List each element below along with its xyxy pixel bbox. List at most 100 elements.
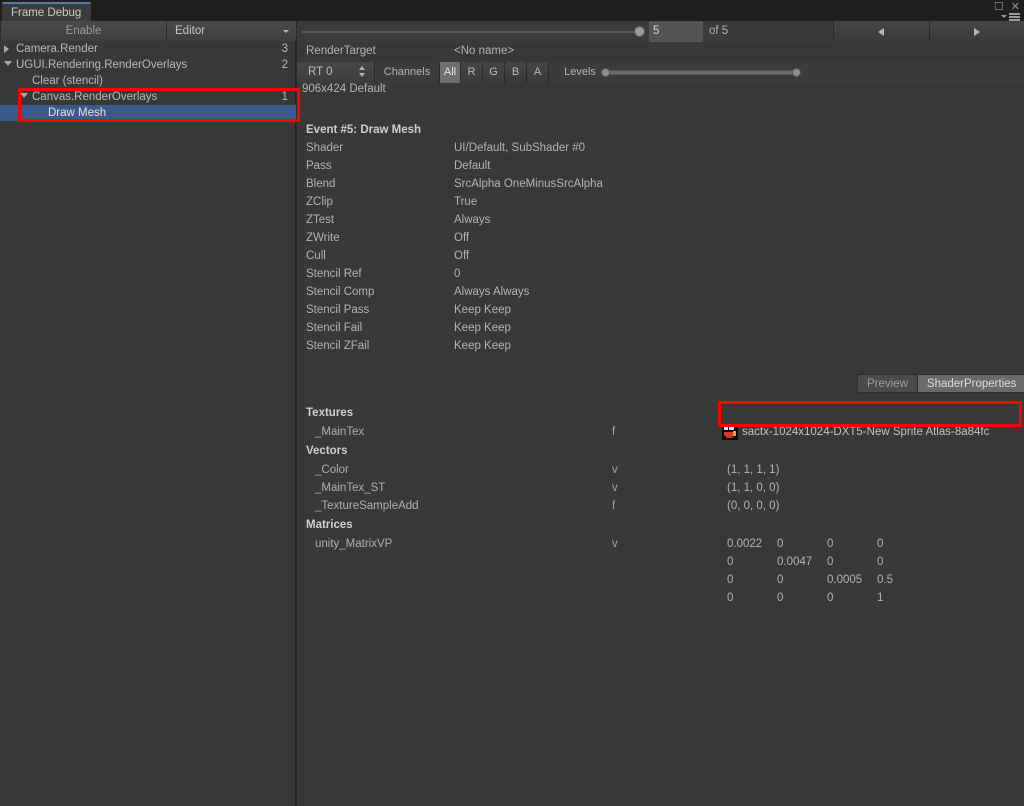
event-tree-row-label: Canvas.RenderOverlays [32, 91, 158, 103]
tab-frame-debug[interactable]: Frame Debug [2, 2, 92, 21]
event-tree-row[interactable]: Camera.Render 3 [0, 41, 296, 57]
event-detail-row: Shader UI/Default, SubShader #0 [297, 139, 1024, 157]
next-event-button[interactable] [928, 21, 1024, 42]
event-tree-row-label: UGUI.Rendering.RenderOverlays [16, 59, 188, 71]
event-detail-row: ZClip True [297, 193, 1024, 211]
event-detail-row: Stencil Ref 0 [297, 265, 1024, 283]
left-toolbar: Enable Editor [0, 21, 296, 41]
event-slider-knob[interactable] [634, 26, 645, 37]
event-detail-row: Stencil Fail Keep Keep [297, 319, 1024, 337]
event-detail-key: Stencil Ref [306, 268, 362, 280]
event-detail-key: Stencil Fail [306, 322, 363, 334]
property-flag: f [612, 426, 616, 438]
event-tree-panel: Enable Editor Camera.Render 3 UGUI.Renderi… [0, 21, 296, 806]
tab-shaderproperties[interactable]: ShaderProperties [917, 374, 1024, 393]
close-icon[interactable]: ✕ [1011, 2, 1020, 13]
event-detail-key: Blend [306, 178, 336, 190]
event-tree-row-label: Clear (stencil) [32, 75, 103, 87]
property-value: (1, 1, 0, 0) [727, 482, 780, 494]
matrix-row: 0 0.0047 0 0 [727, 556, 927, 568]
stepper-icon [359, 66, 365, 77]
property-flag: v [612, 482, 618, 494]
panel-options-menu[interactable] [1001, 13, 1020, 21]
levels-label: Levels [564, 66, 596, 78]
chevron-down-icon[interactable] [20, 93, 28, 98]
matrix-cell: 0 [877, 538, 884, 550]
event-tree-row-count: 1 [281, 91, 288, 103]
property-value: (0, 0, 0, 0) [727, 500, 780, 512]
target-dropdown[interactable]: Editor [167, 21, 296, 41]
event-detail-key: ZTest [306, 214, 335, 226]
tab-preview[interactable]: Preview [857, 374, 918, 393]
event-detail-value: Off [454, 232, 470, 244]
event-tree-row[interactable]: Clear (stencil) [0, 73, 296, 89]
window-tabbar: Frame Debug ☐ ✕ [0, 0, 1024, 21]
texture-name: sactx-1024x1024-DXT5-New Sprite Atlas-8a… [742, 426, 990, 438]
event-detail-panel: 5 of 5 RenderTarget <No name> RT 0 Chann… [297, 21, 1024, 806]
event-tree-row[interactable]: UGUI.Rendering.RenderOverlays 2 [0, 57, 296, 73]
event-detail-row: Cull Off [297, 247, 1024, 265]
channel-button-a[interactable]: A [527, 62, 549, 83]
chevron-right-icon[interactable] [4, 45, 9, 53]
channel-button-r[interactable]: R [461, 62, 483, 83]
channel-button-b[interactable]: B [505, 62, 527, 83]
event-detail-key: ZClip [306, 196, 333, 208]
previous-event-button[interactable] [833, 21, 929, 42]
event-detail-row: Stencil Comp Always Always [297, 283, 1024, 301]
rt-index-dropdown[interactable]: RT 0 [297, 62, 375, 83]
matrix-cell: 0.0005 [827, 574, 863, 586]
shader-properties-list: Textures _MainTex f sactx-1024x1024-DXT5-Ne… [297, 403, 1024, 604]
render-target-label: RenderTarget [306, 45, 376, 57]
vector-property-row: _MainTex_ST v (1, 1, 0, 0) [297, 479, 1024, 497]
event-detail-row: Stencil Pass Keep Keep [297, 301, 1024, 319]
maximize-icon[interactable]: ☐ [994, 2, 1004, 13]
event-slider[interactable] [297, 21, 649, 42]
window-buttons: ☐ ✕ [994, 2, 1020, 13]
matrix-cell: 0.5 [877, 574, 893, 586]
channels-row: RT 0 Channels All R G B A Levels [297, 62, 1024, 83]
vectors-section-title: Vectors [306, 445, 348, 457]
event-detail-rows: Shader UI/Default, SubShader #0 Pass Defaul… [297, 139, 1024, 355]
event-tree-row[interactable]: Draw Mesh [0, 105, 296, 121]
tab-frame-debug-label: Frame Debug [11, 7, 82, 19]
property-tabs: Preview ShaderProperties [857, 374, 1024, 393]
matrix-row: 0.0022 0 0 0 [727, 538, 927, 550]
event-number-input[interactable]: 5 [649, 21, 703, 42]
levels-track [603, 70, 798, 75]
property-name: _MainTex [315, 426, 365, 438]
hamburger-menu-icon [1009, 13, 1020, 21]
event-detail-value: Always [454, 214, 491, 226]
vector-property-row: _TextureSampleAdd f (0, 0, 0, 0) [297, 497, 1024, 515]
event-detail-key: Stencil Pass [306, 304, 370, 316]
channel-button-all[interactable]: All [439, 62, 461, 83]
event-detail-key: Pass [306, 160, 332, 172]
render-target-row: RenderTarget <No name> [297, 42, 1024, 62]
event-details-list: Event #5: Draw Mesh Shader UI/Default, Su… [297, 121, 1024, 355]
matrix-cell: 0 [777, 574, 784, 586]
matrix-cell: 0 [827, 592, 834, 604]
matrix-cell: 0 [877, 556, 884, 568]
frame-debugger-window: Frame Debug ☐ ✕ Enable Editor Camera.Ren… [0, 0, 1024, 806]
event-details-title: Event #5: Draw Mesh [306, 124, 422, 136]
event-slider-track [302, 31, 637, 33]
event-detail-key: Cull [306, 250, 326, 262]
property-flag: v [612, 538, 618, 550]
texture-property-row: _MainTex f sactx-1024x1024-DXT5-New Sprite… [297, 423, 1024, 441]
levels-slider[interactable] [601, 62, 801, 83]
chevron-down-icon[interactable] [4, 61, 12, 66]
event-detail-value: UI/Default, SubShader #0 [454, 142, 586, 154]
event-detail-key: Stencil Comp [306, 286, 375, 298]
event-tree: Camera.Render 3 UGUI.Rendering.RenderOverl… [0, 41, 296, 121]
channel-button-g[interactable]: G [483, 62, 505, 83]
enable-button[interactable]: Enable [0, 21, 167, 41]
matrix-cell: 0.0047 [777, 556, 813, 568]
event-tree-row[interactable]: Canvas.RenderOverlays 1 [0, 89, 296, 105]
texture-reference[interactable]: sactx-1024x1024-DXT5-New Sprite Atlas-8a… [722, 424, 989, 440]
levels-min-knob[interactable] [601, 68, 610, 77]
event-slider-row: 5 of 5 [297, 21, 1024, 42]
rt-index-label: RT 0 [308, 66, 333, 78]
matrix-row: 0 0 0 1 [727, 592, 927, 604]
previous-event-icon [878, 27, 885, 36]
property-flag: v [612, 464, 618, 476]
levels-max-knob[interactable] [792, 68, 801, 77]
